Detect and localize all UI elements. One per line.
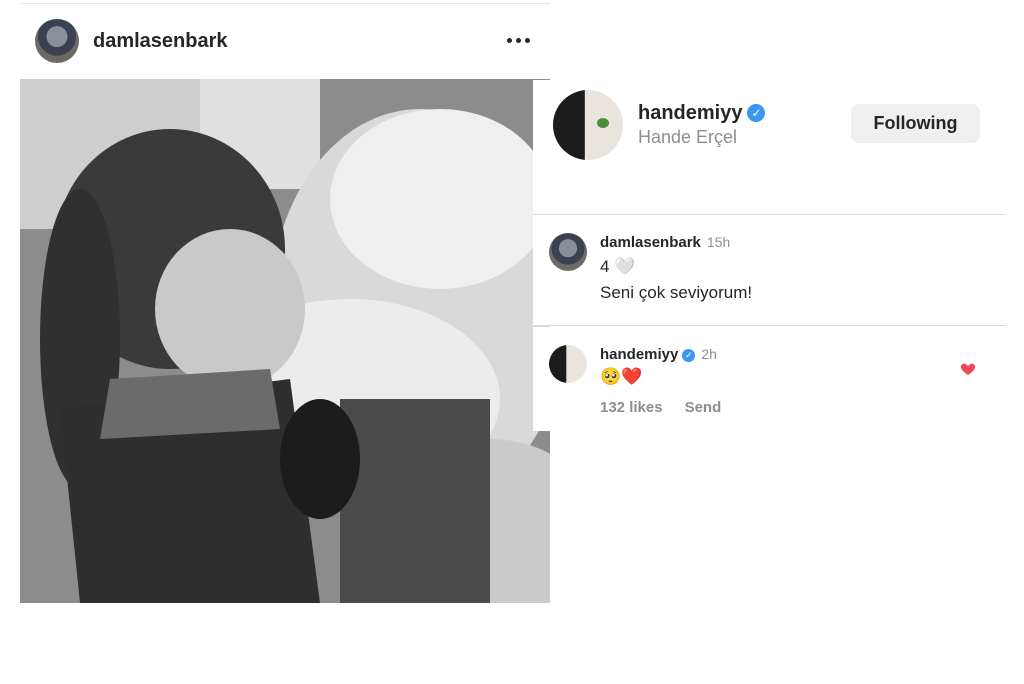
comment-text: 🥺❤️ (600, 367, 643, 386)
comment-username[interactable]: damlasenbark (600, 234, 701, 251)
more-options-icon[interactable] (506, 30, 530, 50)
verified-badge-icon: ✓ (682, 349, 696, 362)
post-photo-image (20, 79, 550, 603)
poster-avatar[interactable] (35, 19, 79, 63)
owner-avatar[interactable] (553, 90, 623, 160)
comment-text-line-1: 4 🤍 (600, 257, 636, 276)
following-button[interactable]: Following (851, 104, 980, 143)
comment-send-button[interactable]: Send (685, 399, 722, 416)
comment-header: damlasenbark 15h (600, 234, 730, 251)
comment-username[interactable]: handemiyy (600, 346, 678, 363)
owner-username-text[interactable]: handemiyy (638, 102, 742, 124)
comment-avatar[interactable] (549, 345, 587, 383)
poster-username[interactable]: damlasenbark (93, 30, 228, 53)
owner-username[interactable]: handemiyy ✓ (638, 102, 766, 125)
heart-icon[interactable] (960, 361, 976, 377)
comment-header: handemiyy ✓ 2h (600, 346, 717, 363)
comment-item: handemiyy ✓ 2h 🥺❤️ 132 likes Send (533, 327, 1006, 431)
comment-time[interactable]: 2h (701, 346, 717, 362)
comment-time[interactable]: 15h (707, 234, 730, 250)
comment-avatar[interactable] (549, 233, 587, 271)
post-owner-row: handemiyy ✓ Hande Erçel Following (533, 80, 1006, 214)
comment-text-line-2: Seni çok seviyorum! (600, 283, 753, 302)
comment-item: damlasenbark 15h 4 🤍 Seni çok seviyorum! (533, 215, 1006, 325)
comment-divider (533, 325, 1006, 326)
verified-badge-icon: ✓ (747, 104, 766, 122)
post-photo[interactable] (20, 79, 550, 603)
post-header: damlasenbark (20, 4, 550, 78)
owner-full-name: Hande Erçel (638, 127, 738, 147)
comment-likes[interactable]: 132 likes (600, 399, 663, 416)
comment-actions: 132 likes Send (600, 399, 743, 416)
